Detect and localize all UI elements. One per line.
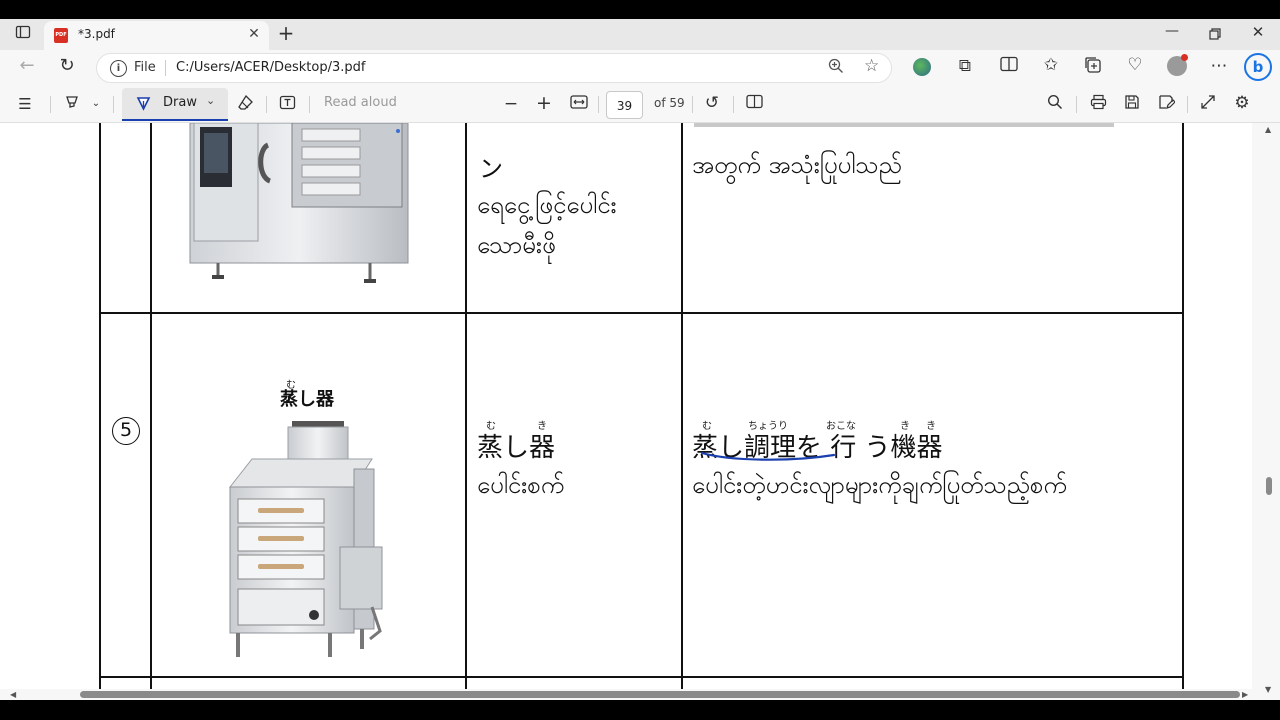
profile-avatar[interactable] bbox=[1167, 54, 1188, 76]
table-column-divider bbox=[681, 123, 683, 689]
zoom-out-button[interactable]: − bbox=[500, 94, 522, 114]
new-tab-button[interactable]: + bbox=[276, 22, 296, 44]
scroll-up-arrow[interactable]: ▲ bbox=[1265, 125, 1271, 134]
page-view-icon[interactable] bbox=[743, 94, 765, 114]
scroll-down-arrow[interactable]: ▼ bbox=[1265, 685, 1271, 694]
address-field[interactable]: i File C:/Users/ACER/Desktop/3.pdf ☆ bbox=[96, 53, 892, 83]
eraser-icon[interactable] bbox=[234, 94, 256, 116]
pdf-toolbar: ☰ ⌄ Draw ⌄ Read aloud − + 39 of 59 ↺ ⚙ bbox=[0, 86, 1280, 123]
row4-name-jp-tail: ン bbox=[479, 155, 503, 183]
extensions-icon[interactable]: ⧉ bbox=[954, 56, 976, 76]
draw-pen-icon bbox=[135, 95, 152, 116]
address-bar-row: ← ↻ i File C:/Users/ACER/Desktop/3.pdf ☆… bbox=[0, 50, 1280, 86]
tab-actions-icon[interactable] bbox=[12, 24, 34, 45]
restore-button[interactable] bbox=[1205, 25, 1225, 44]
print-icon[interactable] bbox=[1087, 94, 1109, 115]
row4-desc-mm: အတွက် အသုံးပြုပါသည် bbox=[692, 151, 902, 179]
text-tool-icon[interactable] bbox=[276, 94, 298, 116]
settings-gear-icon[interactable]: ⚙ bbox=[1231, 93, 1253, 113]
scroll-left-arrow[interactable]: ◀ bbox=[10, 689, 16, 700]
row5-image-caption: 蒸し器 bbox=[280, 389, 334, 410]
save-as-icon[interactable] bbox=[1155, 94, 1177, 115]
row4-desc-overflow-text bbox=[694, 123, 1114, 127]
pdf-file-icon: PDF bbox=[54, 28, 68, 43]
browser-essentials-icon[interactable]: ♡ bbox=[1124, 55, 1146, 75]
toolbar-divider bbox=[113, 96, 114, 113]
address-scheme: File bbox=[134, 60, 156, 75]
steamer-image bbox=[222, 417, 412, 663]
page-total: of 59 bbox=[654, 96, 685, 110]
highlight-icon[interactable] bbox=[61, 94, 83, 115]
save-icon[interactable] bbox=[1121, 94, 1143, 115]
draw-dropdown-icon[interactable]: ⌄ bbox=[206, 94, 215, 107]
toolbar-divider bbox=[1076, 96, 1077, 113]
fit-width-icon[interactable] bbox=[568, 94, 590, 115]
info-icon[interactable]: i bbox=[110, 60, 127, 77]
address-url[interactable]: C:/Users/ACER/Desktop/3.pdf bbox=[176, 60, 365, 75]
draw-active-indicator bbox=[122, 119, 228, 121]
close-window-button[interactable]: ✕ bbox=[1248, 23, 1268, 41]
row5-name-jp: 蒸し器 bbox=[477, 433, 556, 463]
extension-globe-icon[interactable] bbox=[913, 58, 931, 76]
refresh-icon[interactable]: ↻ bbox=[56, 56, 78, 76]
favorite-star-icon[interactable]: ☆ bbox=[864, 56, 879, 76]
toolbar-divider bbox=[733, 96, 734, 113]
zoom-icon[interactable] bbox=[827, 57, 845, 79]
row5-desc-mm: ပေါင်းတဲ့ဟင်းလျာများကိုချက်ပြုတ်သည့်စက် bbox=[692, 471, 1067, 499]
tab-strip: PDF *3.pdf ✕ + — ✕ bbox=[0, 19, 1280, 50]
toolbar-divider bbox=[266, 96, 267, 113]
favorites-icon[interactable]: ✩ bbox=[1040, 55, 1062, 75]
table-border-left bbox=[99, 123, 101, 689]
more-menu-icon[interactable]: ⋯ bbox=[1208, 56, 1230, 76]
draw-button[interactable]: Draw ⌄ bbox=[122, 88, 228, 121]
tab-title: *3.pdf bbox=[78, 27, 115, 41]
row4-name-mm-line1: ရေငွေ့ဖြင့်ပေါင်း bbox=[477, 191, 617, 219]
notification-dot bbox=[1181, 54, 1188, 61]
toolbar-divider bbox=[309, 96, 310, 113]
toolbar-divider bbox=[1187, 96, 1188, 113]
horizontal-scrollbar[interactable]: ◀ ▶ bbox=[0, 689, 1252, 700]
full-screen-icon[interactable] bbox=[1197, 94, 1219, 115]
toolbar-divider bbox=[50, 96, 51, 113]
pdf-page-view: ン ရေငွေ့ဖြင့်ပေါင်း သောမီးဖို အတွက် အသုံ… bbox=[0, 123, 1252, 689]
collections-icon[interactable] bbox=[1082, 56, 1104, 79]
toolbar-divider bbox=[598, 96, 599, 113]
contents-icon[interactable]: ☰ bbox=[14, 94, 36, 114]
browser-window: PDF *3.pdf ✕ + — ✕ ← ↻ i File C:/Users/A… bbox=[0, 19, 1280, 700]
vertical-scrollbar[interactable]: ▲ ▼ bbox=[1252, 123, 1280, 700]
row5-number-circle: 5 bbox=[112, 417, 140, 445]
ink-underline-annotation bbox=[700, 448, 840, 467]
split-screen-icon[interactable] bbox=[998, 56, 1020, 77]
row5-name-mm: ပေါင်းစက် bbox=[477, 471, 565, 499]
minimize-button[interactable]: — bbox=[1162, 23, 1182, 39]
page-number-input[interactable]: 39 bbox=[606, 91, 643, 119]
toolbar-divider bbox=[692, 96, 693, 113]
table-border-right bbox=[1182, 123, 1184, 689]
tab-active[interactable]: PDF *3.pdf ✕ bbox=[44, 21, 269, 50]
vertical-scroll-thumb[interactable] bbox=[1266, 477, 1272, 495]
table-column-divider bbox=[150, 123, 152, 689]
copilot-icon[interactable]: b bbox=[1244, 53, 1272, 81]
horizontal-scroll-thumb[interactable] bbox=[80, 691, 1240, 698]
scroll-right-arrow[interactable]: ▶ bbox=[1242, 689, 1248, 700]
draw-label: Draw bbox=[163, 95, 197, 110]
close-tab-icon[interactable]: ✕ bbox=[246, 26, 262, 42]
search-icon[interactable] bbox=[1044, 94, 1066, 115]
combi-oven-image bbox=[188, 123, 410, 283]
scheme-divider bbox=[165, 60, 166, 76]
row4-name-mm-line2: သောမီးဖို bbox=[477, 231, 556, 259]
table-row-divider bbox=[99, 676, 1184, 678]
rotate-icon[interactable]: ↺ bbox=[701, 93, 723, 113]
highlight-dropdown-icon[interactable]: ⌄ bbox=[88, 94, 104, 114]
back-icon[interactable]: ← bbox=[16, 56, 38, 76]
zoom-in-button[interactable]: + bbox=[533, 93, 555, 113]
table-column-divider bbox=[465, 123, 467, 689]
table-row-divider bbox=[99, 312, 1184, 314]
read-aloud-button[interactable]: Read aloud bbox=[324, 95, 397, 110]
